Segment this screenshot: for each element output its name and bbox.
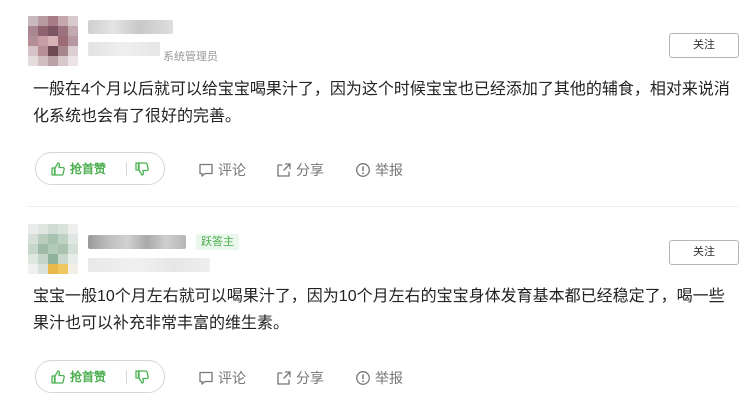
- username-blurred[interactable]: [88, 235, 186, 249]
- comment-button[interactable]: 评论: [198, 160, 246, 180]
- report-icon: [356, 163, 370, 177]
- report-label: 举报: [375, 370, 403, 386]
- share-icon: [277, 163, 291, 177]
- answer-content: 宝宝一般10个月左右就可以喝果汁了，因为10个月左右的宝宝身体发育基本都已经稳定…: [33, 288, 725, 332]
- user-meta-blurred: [88, 258, 210, 272]
- like-label: 抢首赞: [70, 370, 107, 384]
- dislike-button[interactable]: [134, 153, 150, 184]
- share-icon: [277, 371, 291, 385]
- dislike-button[interactable]: [134, 361, 150, 392]
- avatar[interactable]: [28, 16, 78, 66]
- like-button[interactable]: 抢首赞: [50, 361, 106, 392]
- report-button[interactable]: 举报: [355, 368, 403, 388]
- vote-box: 抢首赞: [35, 152, 165, 185]
- thumbs-up-icon: [51, 161, 65, 176]
- comment-icon: [199, 163, 213, 177]
- vote-divider: [126, 370, 127, 384]
- thumbs-down-icon: [135, 369, 149, 384]
- thumbs-up-icon: [51, 369, 65, 384]
- like-label: 抢首赞: [70, 162, 107, 176]
- vote-box: 抢首赞: [35, 360, 165, 393]
- share-label: 分享: [296, 162, 324, 178]
- username-blurred[interactable]: [88, 20, 173, 34]
- user-role: 系统管理员: [163, 51, 218, 63]
- share-button[interactable]: 分享: [276, 160, 324, 180]
- share-label: 分享: [296, 370, 324, 386]
- answer-card: 跃答主 关注 宝宝一般10个月左右就可以喝果汁了，因为10个月左右的宝宝身体发育…: [0, 207, 749, 402]
- share-button[interactable]: 分享: [276, 368, 324, 388]
- status-badge: 跃答主: [196, 234, 239, 250]
- vote-divider: [126, 162, 127, 176]
- follow-button[interactable]: 关注: [669, 33, 739, 58]
- report-icon: [356, 371, 370, 385]
- answer-card: 系统管理员 关注 一般在4个月以后就可以给宝宝喝果汁了，因为这个时候宝宝也已经添…: [0, 0, 749, 206]
- follow-button[interactable]: 关注: [669, 240, 739, 265]
- comment-button[interactable]: 评论: [198, 368, 246, 388]
- like-button[interactable]: 抢首赞: [50, 153, 106, 184]
- report-button[interactable]: 举报: [355, 160, 403, 180]
- thumbs-down-icon: [135, 161, 149, 176]
- user-meta-blurred: [88, 42, 160, 56]
- avatar[interactable]: [28, 224, 78, 274]
- comment-label: 评论: [218, 162, 246, 178]
- comment-label: 评论: [218, 370, 246, 386]
- report-label: 举报: [375, 162, 403, 178]
- answer-content: 一般在4个月以后就可以给宝宝喝果汁了，因为这个时候宝宝也已经添加了其他的辅食，相…: [33, 81, 730, 125]
- comment-icon: [199, 371, 213, 385]
